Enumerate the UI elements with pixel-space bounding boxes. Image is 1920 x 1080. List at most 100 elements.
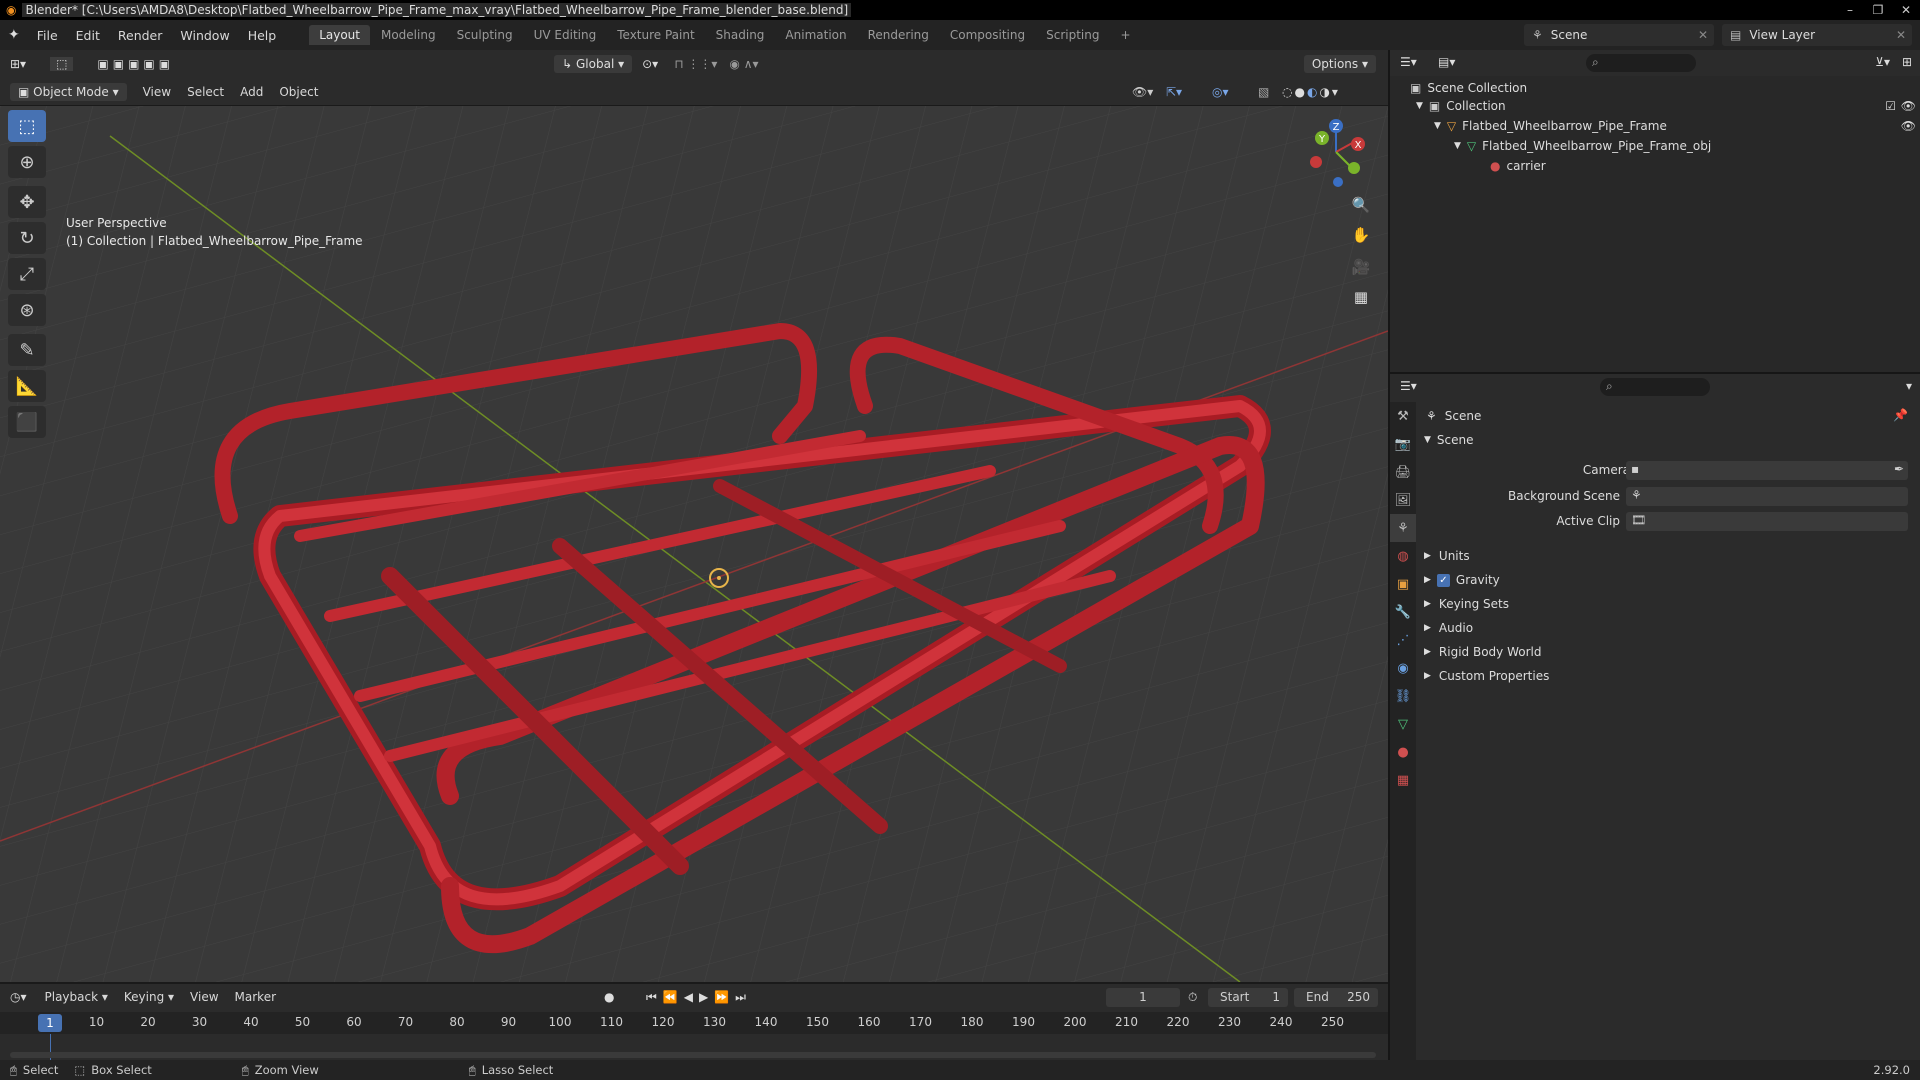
outliner-row-material[interactable]: ● carrier (1490, 156, 1546, 176)
exclude-checkbox[interactable]: ☑ (1885, 99, 1896, 113)
constraints-tab-icon[interactable]: ⛓ (1390, 682, 1416, 710)
tab-sculpting[interactable]: Sculpting (447, 25, 523, 45)
ortho-grid-icon[interactable]: ▦ (1346, 284, 1376, 310)
options-dropdown[interactable]: Options ▾ (1303, 55, 1376, 73)
select-box-tool-icon[interactable]: ⬚ (8, 110, 46, 142)
area-divider-vertical[interactable] (1388, 50, 1390, 1060)
scale-tool-icon[interactable]: ⤢ (8, 258, 46, 290)
menu-file[interactable]: File (28, 28, 67, 43)
chevron-down-icon[interactable]: ▾ (1906, 379, 1912, 393)
visibility-icon[interactable]: 👁▾ (1132, 85, 1153, 99)
tab-rendering[interactable]: Rendering (858, 25, 939, 45)
editor-type-icon[interactable]: ◷▾ (0, 990, 37, 1004)
panel-keying-sets[interactable]: ▶ Keying Sets (1424, 594, 1509, 614)
area-divider-horizontal[interactable] (1390, 372, 1920, 374)
pan-hand-icon[interactable]: ✋ (1346, 222, 1376, 248)
pivot-icon[interactable]: ⊙▾ (632, 57, 668, 71)
menu-timeline-view[interactable]: View (182, 988, 226, 1006)
playhead-frame-indicator[interactable]: 1 (38, 1014, 62, 1032)
camera-view-icon[interactable]: 🎥 (1346, 254, 1376, 280)
timeline-ruler[interactable]: 1 10 20 30 40 50 60 70 80 90 100 110 120 130 140 150 16… (0, 1012, 1388, 1034)
menu-object[interactable]: Object (271, 83, 326, 101)
tab-compositing[interactable]: Compositing (940, 25, 1035, 45)
timeline-scrollbar[interactable] (10, 1052, 1376, 1058)
tab-animation[interactable]: Animation (775, 25, 856, 45)
physics-tab-icon[interactable]: ◉ (1390, 654, 1416, 682)
overlay-toggle-icon[interactable]: ◎▾ (1212, 85, 1229, 99)
rotate-tool-icon[interactable]: ↻ (8, 222, 46, 254)
record-icon[interactable]: ● (604, 990, 614, 1004)
menu-add[interactable]: Add (232, 83, 271, 101)
output-tab-icon[interactable]: 🖨 (1390, 458, 1416, 486)
menu-playback[interactable]: Playback ▾ (37, 988, 116, 1006)
tab-shading[interactable]: Shading (706, 25, 775, 45)
cursor-tool-icon[interactable]: ⊕ (8, 146, 46, 178)
move-tool-icon[interactable]: ✥ (8, 186, 46, 218)
visibility-eye-icon[interactable]: 👁 (1901, 119, 1916, 133)
menu-marker[interactable]: Marker (227, 988, 284, 1006)
editor-type-icon[interactable]: ☰▾ (1400, 55, 1417, 69)
view-layer-tab-icon[interactable]: 🖼 (1390, 486, 1416, 514)
panel-custom-properties[interactable]: ▶ Custom Properties (1424, 666, 1549, 686)
menu-keying[interactable]: Keying ▾ (116, 988, 182, 1006)
selection-mode-icons[interactable]: ▣▣▣▣▣ (87, 57, 184, 71)
outliner-row-mesh[interactable]: ▼ ▽ Flatbed_Wheelbarrow_Pipe_Frame_obj (1454, 136, 1711, 156)
menu-window[interactable]: Window (171, 28, 238, 43)
new-collection-icon[interactable]: ⊞ (1902, 55, 1912, 69)
object-tab-icon[interactable]: ▣ (1390, 570, 1416, 598)
outliner-row-object[interactable]: ▼ ▽ Flatbed_Wheelbarrow_Pipe_Frame 👁 (1434, 116, 1916, 136)
panel-units[interactable]: ▶ Units (1424, 546, 1470, 566)
display-mode-icon[interactable]: ▤▾ (1438, 55, 1455, 69)
menu-select[interactable]: Select (179, 83, 232, 101)
measure-tool-icon[interactable]: 📐 (8, 370, 46, 402)
select-tool-icon[interactable]: ⬚ (50, 57, 74, 71)
modifier-tab-icon[interactable]: 🔧 (1390, 598, 1416, 626)
visibility-eye-icon[interactable]: 👁 (1901, 99, 1916, 113)
outliner-row-scene-collection[interactable]: ▣ Scene Collection (1410, 78, 1527, 98)
expand-icon[interactable]: ▼ (1416, 101, 1423, 111)
playback-controls[interactable]: ⏮⏪◀▶⏩⏭ (646, 990, 752, 1005)
navigation-gizmo[interactable]: Z Y X (1296, 112, 1376, 192)
transform-orientation-dropdown[interactable]: ↳ Global ▾ (554, 55, 633, 73)
menu-render[interactable]: Render (109, 28, 172, 43)
tab-modeling[interactable]: Modeling (371, 25, 446, 45)
outliner-search-input[interactable]: ⌕ (1586, 54, 1696, 72)
3d-viewport[interactable]: User Perspective (1) Collection | Flatbe… (0, 106, 1388, 982)
blender-menu-icon[interactable]: ✦ (0, 27, 28, 43)
close-icon[interactable]: ✕ (1698, 28, 1708, 42)
snap-icon[interactable]: ⊓ ⋮⋮▾ (668, 57, 723, 71)
panel-gravity[interactable]: ▶ ✓ Gravity (1424, 570, 1500, 590)
pin-icon[interactable]: 📌 (1893, 408, 1908, 422)
tab-texture-paint[interactable]: Texture Paint (607, 25, 704, 45)
world-tab-icon[interactable]: ◍ (1390, 542, 1416, 570)
tab-scripting[interactable]: Scripting (1036, 25, 1109, 45)
annotate-tool-icon[interactable]: ✎ (8, 334, 46, 366)
stopwatch-icon[interactable]: ⏱ (1188, 990, 1197, 1005)
menu-edit[interactable]: Edit (67, 28, 109, 43)
add-workspace-button[interactable]: + (1110, 25, 1140, 45)
zoom-icon[interactable]: 🔍 (1346, 192, 1376, 218)
particles-tab-icon[interactable]: ⋰ (1390, 626, 1416, 654)
end-frame-field[interactable]: End 250 (1294, 988, 1378, 1007)
view-layer-selector[interactable]: ▤ View Layer ✕ (1722, 24, 1912, 46)
active-clip-field[interactable]: 🎞 (1626, 512, 1908, 531)
properties-search-input[interactable]: ⌕ (1600, 378, 1710, 396)
gizmo-toggle-icon[interactable]: ⇱▾ (1166, 85, 1182, 99)
render-tab-icon[interactable]: 📷 (1390, 430, 1416, 458)
data-tab-icon[interactable]: ▽ (1390, 710, 1416, 738)
add-cube-tool-icon[interactable]: ⬛ (8, 406, 46, 438)
background-scene-field[interactable]: ⚘ (1626, 487, 1908, 506)
camera-field[interactable]: ▪ ✒ (1626, 461, 1908, 480)
material-tab-icon[interactable]: ● (1390, 738, 1416, 766)
gizmo-neg-z-axis[interactable] (1333, 177, 1343, 187)
menu-help[interactable]: Help (239, 28, 286, 43)
minimize-button[interactable]: – (1836, 0, 1864, 20)
tool-tab-icon[interactable]: ⚒ (1390, 402, 1416, 430)
xray-icon[interactable]: ▧ (1258, 85, 1269, 99)
object-mode-dropdown[interactable]: ▣ Object Mode ▾ (10, 82, 127, 101)
filter-icon[interactable]: ⊻▾ (1875, 55, 1890, 69)
panel-rigid-body-world[interactable]: ▶ Rigid Body World (1424, 642, 1541, 662)
tab-layout[interactable]: Layout (309, 25, 370, 45)
editor-type-icon[interactable]: ☰▾ (1400, 379, 1417, 393)
menu-view[interactable]: View (135, 83, 179, 101)
